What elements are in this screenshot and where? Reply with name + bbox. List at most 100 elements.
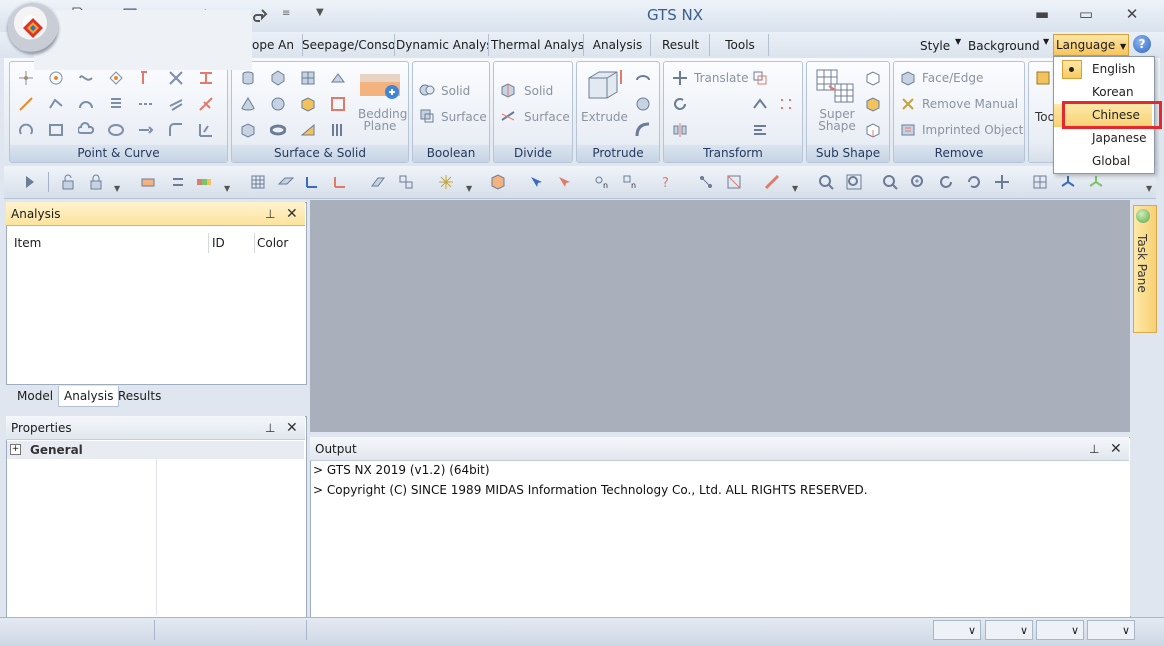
translate-icon[interactable] xyxy=(672,70,688,86)
minimize-button[interactable]: ▬ xyxy=(1030,4,1054,24)
tools-partial-label[interactable]: Too xyxy=(1035,110,1055,124)
select-node-icon[interactable] xyxy=(528,174,544,190)
zoom-in-icon[interactable] xyxy=(910,174,926,190)
toolbar-overflow-icon[interactable]: ▼ xyxy=(792,184,798,193)
divide-solid-icon[interactable] xyxy=(500,82,516,98)
diamond-points-icon[interactable] xyxy=(108,70,124,86)
torus-icon[interactable] xyxy=(270,122,286,138)
circle-point-icon[interactable] xyxy=(48,70,64,86)
application-menu-button[interactable] xyxy=(8,3,58,53)
toolbar-overflow-icon[interactable]: ▼ xyxy=(114,184,120,193)
status-dropdown[interactable]: ∨ xyxy=(1087,620,1135,640)
face-edge-icon[interactable] xyxy=(900,70,916,86)
array-icon[interactable] xyxy=(778,96,794,112)
axis-view-icon[interactable] xyxy=(1088,174,1104,190)
style-menu[interactable]: Style xyxy=(920,37,950,55)
snap-grid-icon[interactable] xyxy=(398,174,414,190)
revolve-icon[interactable] xyxy=(635,70,651,86)
eraser-icon[interactable] xyxy=(140,174,156,190)
sub-edge-icon[interactable] xyxy=(865,122,881,138)
pin-icon[interactable]: ⊥ xyxy=(265,207,275,221)
snap-point-icon[interactable] xyxy=(438,174,454,190)
background-dropdown-icon[interactable]: ▼ xyxy=(1043,37,1049,46)
prism-icon[interactable] xyxy=(270,70,286,86)
circle-arc-icon[interactable] xyxy=(18,122,34,138)
status-dropdown[interactable]: ∨ xyxy=(985,620,1033,640)
bedding-plane-icon[interactable] xyxy=(358,66,402,100)
cone-icon[interactable] xyxy=(240,96,256,112)
color-bar-icon[interactable] xyxy=(196,174,212,190)
close-icon[interactable]: ✕ xyxy=(286,420,298,436)
pin-icon[interactable]: ⊥ xyxy=(265,421,275,435)
pin-icon[interactable]: ⊥ xyxy=(1089,442,1099,456)
customize-qat-icon[interactable]: ▼ xyxy=(316,7,324,18)
box-face-icon[interactable] xyxy=(300,96,316,112)
status-dropdown[interactable]: ∨ xyxy=(933,620,981,640)
wedge-icon[interactable] xyxy=(300,122,316,138)
cylinder-icon[interactable] xyxy=(240,70,256,86)
sub-face-icon[interactable] xyxy=(865,96,881,112)
sweep-solid-icon[interactable] xyxy=(635,96,651,112)
node-number-icon[interactable]: n xyxy=(594,174,610,190)
trim-curve-icon[interactable] xyxy=(198,96,214,112)
pipe-icon[interactable] xyxy=(635,122,651,138)
cloud-curve-icon[interactable] xyxy=(78,122,94,138)
toolbar-overflow-icon[interactable]: ▼ xyxy=(466,184,472,193)
imprinted-object-icon[interactable] xyxy=(900,122,916,138)
status-dropdown[interactable]: ∨ xyxy=(1036,620,1084,640)
translate-label[interactable]: Translate xyxy=(694,71,749,85)
redo-icon[interactable] xyxy=(252,7,268,23)
world-axis-icon[interactable] xyxy=(304,174,320,190)
height-line-icon[interactable] xyxy=(198,70,214,86)
boolean-solid-icon[interactable] xyxy=(419,82,435,98)
sweep-icon[interactable] xyxy=(330,122,346,138)
tab-thermal-analysis[interactable]: Thermal Analysi xyxy=(487,34,584,56)
zoom-fit-icon[interactable] xyxy=(818,174,834,190)
cross-lines-icon[interactable] xyxy=(168,70,184,86)
boolean-solid-label[interactable]: Solid xyxy=(441,84,470,98)
loft-icon[interactable] xyxy=(330,70,346,86)
polyline-icon[interactable] xyxy=(48,96,64,112)
element-number-icon[interactable]: n xyxy=(622,174,638,190)
help-icon[interactable]: ? xyxy=(1133,35,1151,53)
tab-model[interactable]: Model xyxy=(12,386,58,406)
shell-icon[interactable] xyxy=(330,96,346,112)
scale-icon[interactable] xyxy=(752,70,768,86)
remove-manual-icon[interactable] xyxy=(900,96,916,112)
run-icon[interactable] xyxy=(22,174,38,190)
face-edge-label[interactable]: Face/Edge xyxy=(922,71,983,85)
spline-shape-icon[interactable] xyxy=(78,70,94,86)
language-option-global[interactable]: Global xyxy=(1054,150,1152,173)
zoom-icon[interactable] xyxy=(882,174,898,190)
maximize-button[interactable]: ▭ xyxy=(1074,4,1098,24)
zoom-window-icon[interactable] xyxy=(846,174,862,190)
chamfer-icon[interactable] xyxy=(198,122,214,138)
extrude-icon[interactable] xyxy=(585,68,623,104)
language-option-japanese[interactable]: Japanese xyxy=(1054,127,1152,150)
sub-solid-icon[interactable] xyxy=(865,70,881,86)
column-header-color[interactable]: Color xyxy=(253,233,305,253)
lock-icon[interactable] xyxy=(88,174,104,190)
expand-icon[interactable]: + xyxy=(10,444,21,455)
vertical-line-icon[interactable] xyxy=(135,70,151,86)
tab-slope-analysis[interactable]: ope An xyxy=(248,34,303,56)
divide-solid-label[interactable]: Solid xyxy=(524,84,553,98)
tab-tools[interactable]: Tools xyxy=(712,34,769,56)
work-plane-icon[interactable] xyxy=(370,174,386,190)
ellipse-icon[interactable] xyxy=(108,122,124,138)
tab-seepage-consolidation[interactable]: Seepage/Conso xyxy=(298,34,395,56)
language-menu[interactable]: Language ▼ xyxy=(1053,34,1129,56)
check-mesh-icon[interactable] xyxy=(726,174,742,190)
arc-icon[interactable] xyxy=(78,96,94,112)
tab-analysis-panel[interactable]: Analysis xyxy=(58,386,120,407)
global-axis-icon[interactable] xyxy=(332,174,348,190)
box-icon[interactable] xyxy=(240,122,256,138)
model-view-icon[interactable] xyxy=(490,174,506,190)
close-icon[interactable]: ✕ xyxy=(286,206,298,222)
remove-manual-label[interactable]: Remove Manual xyxy=(922,97,1018,111)
helix-icon[interactable] xyxy=(108,96,124,112)
unlock-icon[interactable] xyxy=(60,174,76,190)
close-icon[interactable]: ✕ xyxy=(1110,441,1122,457)
grid-surface-icon[interactable] xyxy=(300,70,316,86)
tab-result[interactable]: Result xyxy=(652,34,710,56)
